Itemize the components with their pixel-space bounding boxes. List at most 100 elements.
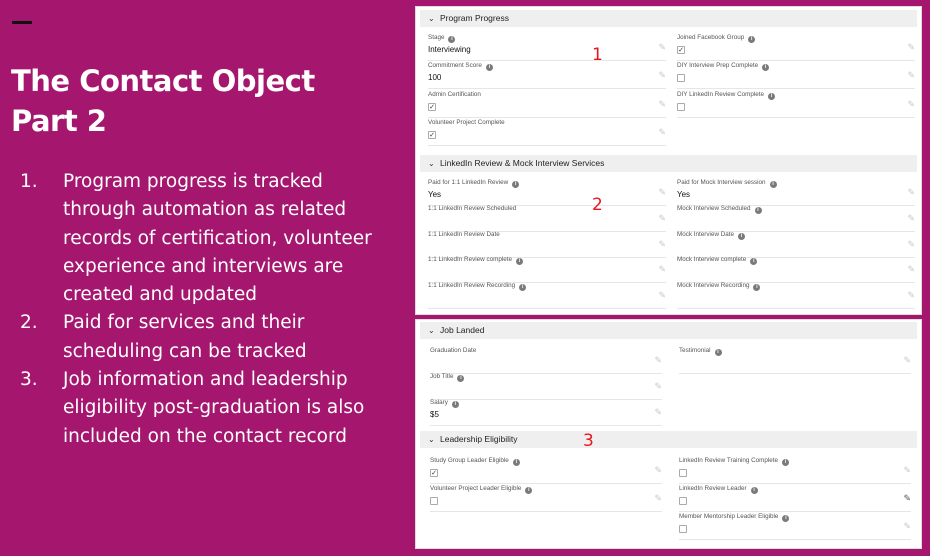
pencil-icon[interactable]: ✎ [907,264,915,275]
slide-accent-dash [12,21,32,24]
field-linkedin-review-leader: LinkedIn Review Leader i ✎ [679,485,911,512]
pencil-icon[interactable]: ✎ [658,239,666,250]
field-stage: Stage i Interviewing ✎ [428,34,666,61]
pencil-icon[interactable]: ✎ [654,381,662,392]
field-job-title: Job Title i ✎ [430,373,662,400]
linkedin-review-leader-checkbox[interactable] [679,497,687,505]
field-admin-certification: Admin Certification ✓ ✎ [428,91,666,118]
chevron-down-icon[interactable]: ⌄ [428,10,440,27]
marker-3: 3 [583,431,594,451]
info-icon[interactable]: i [519,284,527,291]
info-icon[interactable]: i [769,181,777,188]
field-testimonial: Testimonial i ✎ [679,347,911,374]
field-salary: Salary i $5 ✎ [430,399,662,426]
marker-2: 2 [592,195,603,215]
field-volunteer-project-leader: Volunteer Project Leader Eligible i ✎ [430,485,662,512]
joined-facebook-group-checkbox[interactable]: ✓ [677,46,685,54]
field-study-group-leader: Study Group Leader Eligible i ✓ ✎ [430,457,662,484]
list-item: 1. Program progress is tracked through au… [20,171,372,306]
info-icon[interactable]: i [451,401,459,408]
pencil-icon[interactable]: ✎ [658,127,666,138]
info-icon[interactable]: i [738,233,746,240]
section-header-program-progress[interactable]: ⌄ Program Progress [420,10,917,27]
section-header-job-landed[interactable]: ⌄ Job Landed [420,322,917,339]
info-icon[interactable]: i [754,207,762,214]
pencil-icon[interactable]: ✎ [903,465,911,476]
info-icon[interactable]: i [782,459,790,466]
volunteer-project-complete-checkbox[interactable]: ✓ [428,131,436,139]
list-item: 2. Paid for services and their scheduling… [20,312,307,362]
field-joined-facebook-group: Joined Facebook Group i ✓ ✎ [677,34,915,61]
pencil-icon[interactable]: ✎ [903,493,911,504]
slide-title: The Contact Object Part 2 [11,61,391,141]
field-linkedin-review-complete: 1:1 LinkedIn Review complete i ✎ [428,256,666,283]
marker-1: 1 [592,45,603,65]
info-icon[interactable]: i [448,36,456,43]
pencil-icon[interactable]: ✎ [903,355,911,366]
pencil-icon[interactable]: ✎ [907,239,915,250]
volunteer-project-leader-checkbox[interactable] [430,497,438,505]
info-icon[interactable]: i [750,258,758,265]
info-icon[interactable]: i [768,93,776,100]
pencil-icon[interactable]: ✎ [654,465,662,476]
member-mentorship-leader-checkbox[interactable] [679,525,687,533]
pencil-icon[interactable]: ✎ [658,42,666,53]
info-icon[interactable]: i [485,64,493,71]
pencil-icon[interactable]: ✎ [907,70,915,81]
pencil-icon[interactable]: ✎ [658,99,666,110]
pencil-icon[interactable]: ✎ [907,187,915,198]
field-mock-interview-complete: Mock Interview complete i ✎ [677,256,915,283]
record-panel-top: ⌄ Program Progress Stage i Interviewing ✎ … [415,6,922,315]
linkedin-review-training-checkbox[interactable] [679,469,687,477]
info-icon[interactable]: i [748,36,756,43]
pencil-icon[interactable]: ✎ [654,355,662,366]
field-diy-interview-prep: DIY Interview Prep Complete i ✎ [677,62,915,89]
info-icon[interactable]: i [782,515,790,522]
field-paid-linkedin-review: Paid for 1:1 LinkedIn Review i Yes ✎ [428,179,666,206]
record-panel-bottom: ⌄ Job Landed Graduation Date ✎ Job Title i… [415,319,922,549]
admin-certification-checkbox[interactable]: ✓ [428,103,436,111]
slide-title-line1: The Contact Object [11,64,315,98]
info-icon[interactable]: i [525,487,533,494]
pencil-icon[interactable]: ✎ [907,99,915,110]
info-icon[interactable]: i [753,284,761,291]
field-mock-interview-date: Mock Interview Date i ✎ [677,231,915,258]
info-icon[interactable]: i [750,487,758,494]
diy-linkedin-review-checkbox[interactable] [677,103,685,111]
info-icon[interactable]: i [512,181,520,188]
pencil-icon[interactable]: ✎ [907,213,915,224]
pencil-icon[interactable]: ✎ [903,521,911,532]
chevron-down-icon[interactable]: ⌄ [428,431,440,448]
field-paid-mock-interview: Paid for Mock Interview session i Yes ✎ [677,179,915,206]
pencil-icon[interactable]: ✎ [907,290,915,301]
study-group-leader-checkbox[interactable]: ✓ [430,469,438,477]
info-icon[interactable]: i [762,64,770,71]
pencil-icon[interactable]: ✎ [654,407,662,418]
slide-point-list: 1. Program progress is tracked through au… [20,168,400,451]
section-header-leadership-eligibility[interactable]: ⌄ Leadership Eligibility [420,431,917,448]
chevron-down-icon[interactable]: ⌄ [428,155,440,172]
pencil-icon[interactable]: ✎ [907,42,915,53]
pencil-icon[interactable]: ✎ [658,187,666,198]
section-header-linkedin-review[interactable]: ⌄ LinkedIn Review & Mock Interview Servic… [420,155,917,172]
field-member-mentorship-leader: Member Mentorship Leader Eligible i ✎ [679,513,911,540]
info-icon[interactable]: i [714,349,722,356]
chevron-down-icon[interactable]: ⌄ [428,322,440,339]
info-icon[interactable]: i [512,459,520,466]
field-volunteer-project-complete: Volunteer Project Complete ✓ ✎ [428,119,666,146]
info-icon[interactable]: i [516,258,524,265]
pencil-icon[interactable]: ✎ [658,290,666,301]
pencil-icon[interactable]: ✎ [658,264,666,275]
field-mock-interview-recording: Mock Interview Recording i ✎ [677,282,915,309]
field-linkedin-review-recording: 1:1 LinkedIn Review Recording i ✎ [428,282,666,309]
pencil-icon[interactable]: ✎ [658,213,666,224]
diy-interview-prep-checkbox[interactable] [677,74,685,82]
info-icon[interactable]: i [457,375,465,382]
field-diy-linkedin-review: DIY LinkedIn Review Complete i ✎ [677,91,915,118]
pencil-icon[interactable]: ✎ [654,493,662,504]
field-linkedin-review-training: LinkedIn Review Training Complete i ✎ [679,457,911,484]
field-graduation-date: Graduation Date ✎ [430,347,662,374]
slide-title-line2: Part 2 [11,104,107,138]
list-item: 3. Job information and leadership eligibi… [20,369,365,447]
pencil-icon[interactable]: ✎ [658,70,666,81]
